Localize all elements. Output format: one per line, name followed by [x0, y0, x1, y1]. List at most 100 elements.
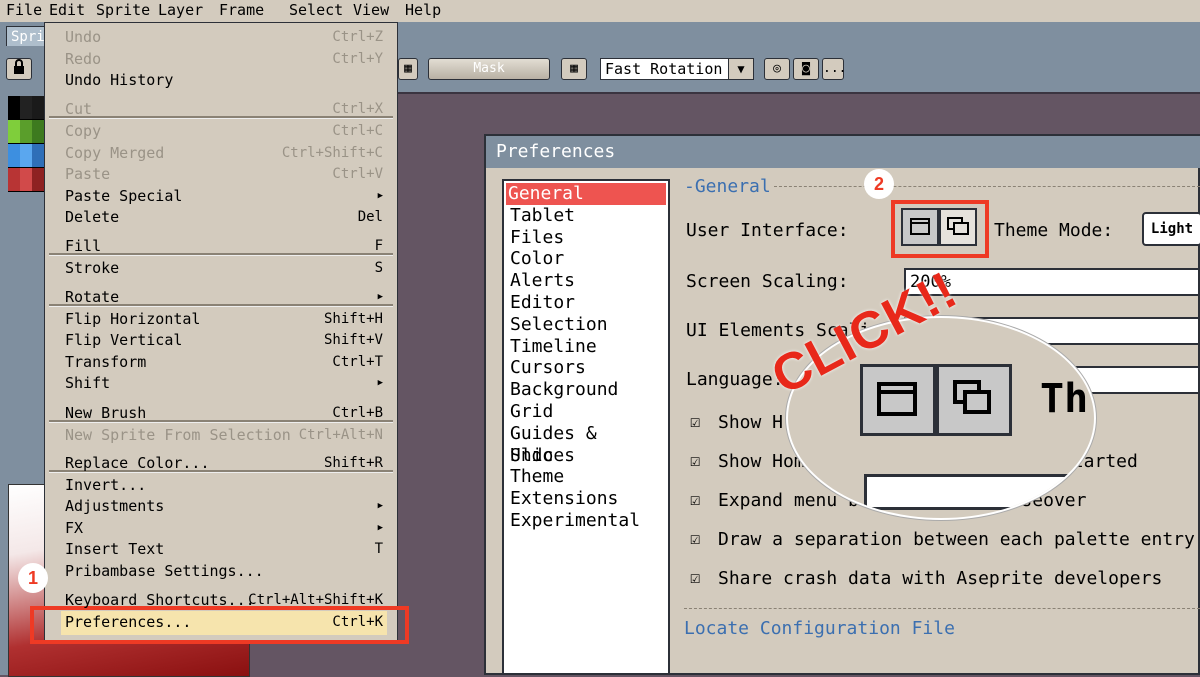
menu-item-insert-text[interactable]: Insert Text T	[65, 539, 383, 560]
menu-item-shift[interactable]: Shift ▶	[65, 373, 383, 394]
menu-item-flip-vertical[interactable]: Flip Vertical Shift+V	[65, 330, 383, 351]
menu-sprite[interactable]: Sprite	[96, 1, 150, 19]
mask-button[interactable]: Mask	[428, 58, 550, 80]
submenu-arrow-icon: ▶	[377, 501, 383, 511]
category-timeline[interactable]: Timeline	[508, 336, 668, 358]
menu-item-fx[interactable]: FX ▶	[65, 518, 383, 539]
menu-item-copy-merged[interactable]: Copy Merged Ctrl+Shift+C	[65, 143, 383, 164]
category-tablet[interactable]: Tablet	[508, 205, 668, 227]
menu-item-invert[interactable]: Invert...	[65, 475, 383, 496]
step-badge-1: 1	[18, 563, 48, 593]
palette-swatch[interactable]	[32, 168, 44, 191]
menu-frame[interactable]: Frame	[219, 1, 264, 19]
menu-item-preferences[interactable]: Preferences... Ctrl+K	[65, 612, 383, 633]
category-alerts[interactable]: Alerts	[508, 270, 668, 292]
checkmark-icon: ☑	[690, 412, 701, 432]
category-extensions[interactable]: Extensions	[508, 488, 668, 510]
section-divider	[774, 186, 1200, 188]
palette-swatch[interactable]	[32, 144, 44, 167]
menu-item-shortcut: Ctrl+Alt+N	[298, 427, 383, 443]
menu-item-shortcut: Ctrl+T	[332, 354, 383, 370]
more-options-button[interactable]: ...	[822, 58, 846, 80]
category-color[interactable]: Color	[508, 248, 668, 270]
palette-swatch[interactable]	[32, 120, 44, 143]
menu-item-flip-horizontal[interactable]: Flip Horizontal Shift+H	[65, 309, 383, 330]
palette-swatch[interactable]	[20, 144, 32, 167]
menu-item-fill[interactable]: Fill F	[65, 236, 383, 257]
locate-configuration-link[interactable]: Locate Configuration File	[684, 618, 955, 639]
menu-item-pribambase-settings[interactable]: Pribambase Settings...	[65, 561, 383, 582]
category-guides-slices[interactable]: Guides & Slices	[508, 423, 668, 466]
opaque-color-icon[interactable]: ◙	[793, 58, 819, 80]
palette-swatch[interactable]	[20, 168, 32, 191]
lock-icon[interactable]	[6, 58, 32, 80]
palette-swatch[interactable]	[8, 96, 20, 119]
screen-scaling-label: Screen Scaling:	[686, 271, 849, 292]
dialog-title: Preferences	[486, 136, 1200, 168]
menu-item-label: Keyboard Shortcuts...	[65, 591, 255, 609]
category-cursors[interactable]: Cursors	[508, 357, 668, 379]
rotation-algorithm-value: Fast Rotation	[605, 60, 723, 78]
step-badge-2: 2	[864, 169, 894, 199]
category-general[interactable]: General	[506, 183, 666, 205]
menu-item-paste-special[interactable]: Paste Special ▶	[65, 186, 383, 207]
menu-file[interactable]: File	[6, 1, 42, 19]
menu-item-keyboard-shortcuts[interactable]: Keyboard Shortcuts... Ctrl+Alt+Shift+K	[65, 590, 383, 611]
menu-item-shortcut: Shift+V	[323, 332, 383, 348]
menu-select[interactable]: Select	[289, 1, 343, 19]
category-undo[interactable]: Undo	[508, 445, 668, 467]
palette-swatch[interactable]	[20, 96, 32, 119]
menu-layer[interactable]: Layer	[158, 1, 203, 19]
menu-item-replace-color[interactable]: Replace Color... Shift+R	[65, 453, 383, 474]
menu-item-label: Fill	[65, 237, 102, 255]
theme-mode-button[interactable]: Light	[1142, 212, 1200, 246]
menu-item-paste[interactable]: Paste Ctrl+V	[65, 164, 383, 185]
menu-item-undo-history[interactable]: Undo History	[65, 70, 383, 91]
menu-item-undo[interactable]: Undo Ctrl+Z	[65, 27, 383, 48]
palette-swatch[interactable]	[8, 144, 20, 167]
menu-item-transform[interactable]: Transform Ctrl+T	[65, 352, 383, 373]
category-files[interactable]: Files	[508, 227, 668, 249]
menu-item-label: Invert...	[65, 476, 147, 494]
menu-item-cut[interactable]: Cut Ctrl+X	[65, 99, 383, 120]
category-experimental[interactable]: Experimental	[508, 510, 668, 532]
menu-help[interactable]: Help	[405, 1, 441, 19]
rotation-algorithm-select[interactable]: Fast Rotation ▼	[600, 58, 754, 80]
menu-view[interactable]: View	[353, 1, 389, 19]
category-grid[interactable]: Grid	[508, 401, 668, 423]
checkmark-icon: ☑	[690, 568, 701, 588]
menu-item-shortcut: Shift+H	[323, 311, 383, 327]
menu-item-label: Pribambase Settings...	[65, 562, 264, 580]
theme-mode-label: Theme Mode:	[994, 220, 1114, 241]
menu-item-stroke[interactable]: Stroke S	[65, 258, 383, 279]
category-selection[interactable]: Selection	[508, 314, 668, 336]
menu-item-shortcut: Ctrl+V	[332, 166, 383, 182]
menu-item-adjustments[interactable]: Adjustments ▶	[65, 496, 383, 517]
menu-item-delete[interactable]: Delete Del	[65, 207, 383, 228]
menu-item-redo[interactable]: Redo Ctrl+Y	[65, 49, 383, 70]
category-theme[interactable]: Theme	[508, 466, 668, 488]
submenu-arrow-icon: ▶	[377, 292, 383, 302]
tab-sprite[interactable]: Sprit	[6, 26, 53, 46]
zoomed-field	[864, 474, 1070, 510]
palette-swatch[interactable]	[20, 120, 32, 143]
category-background[interactable]: Background	[508, 379, 668, 401]
menu-item-copy[interactable]: Copy Ctrl+C	[65, 121, 383, 142]
multiple-windows-icon	[953, 380, 991, 414]
grid-option-icon[interactable]: ▦	[398, 58, 418, 80]
transparent-color-icon[interactable]: ◎	[764, 58, 790, 80]
palette-swatch[interactable]	[8, 120, 20, 143]
menu-edit[interactable]: Edit	[49, 1, 85, 19]
palette-swatch[interactable]	[32, 96, 44, 119]
palette-swatch[interactable]	[8, 168, 20, 191]
edit-menu: Undo Ctrl+Z Redo Ctrl+Y Undo History Cut Ctrl+…	[44, 22, 398, 642]
category-editor[interactable]: Editor	[508, 292, 668, 314]
chevron-down-icon[interactable]: ▼	[728, 59, 753, 79]
menu-item-new-sprite-from-selection[interactable]: New Sprite From Selection Ctrl+Alt+N	[65, 425, 383, 446]
pivot-grid-icon[interactable]: ▦	[561, 58, 587, 80]
menu-item-rotate[interactable]: Rotate ▶	[65, 287, 383, 308]
menu-item-label: Preferences...	[65, 613, 192, 631]
menu-item-new-brush[interactable]: New Brush Ctrl+B	[65, 403, 383, 424]
checkbox-label: Draw a separation between each palette e…	[718, 529, 1195, 550]
category-list: General Tablet Files Color Alerts Editor Selec…	[502, 179, 670, 675]
